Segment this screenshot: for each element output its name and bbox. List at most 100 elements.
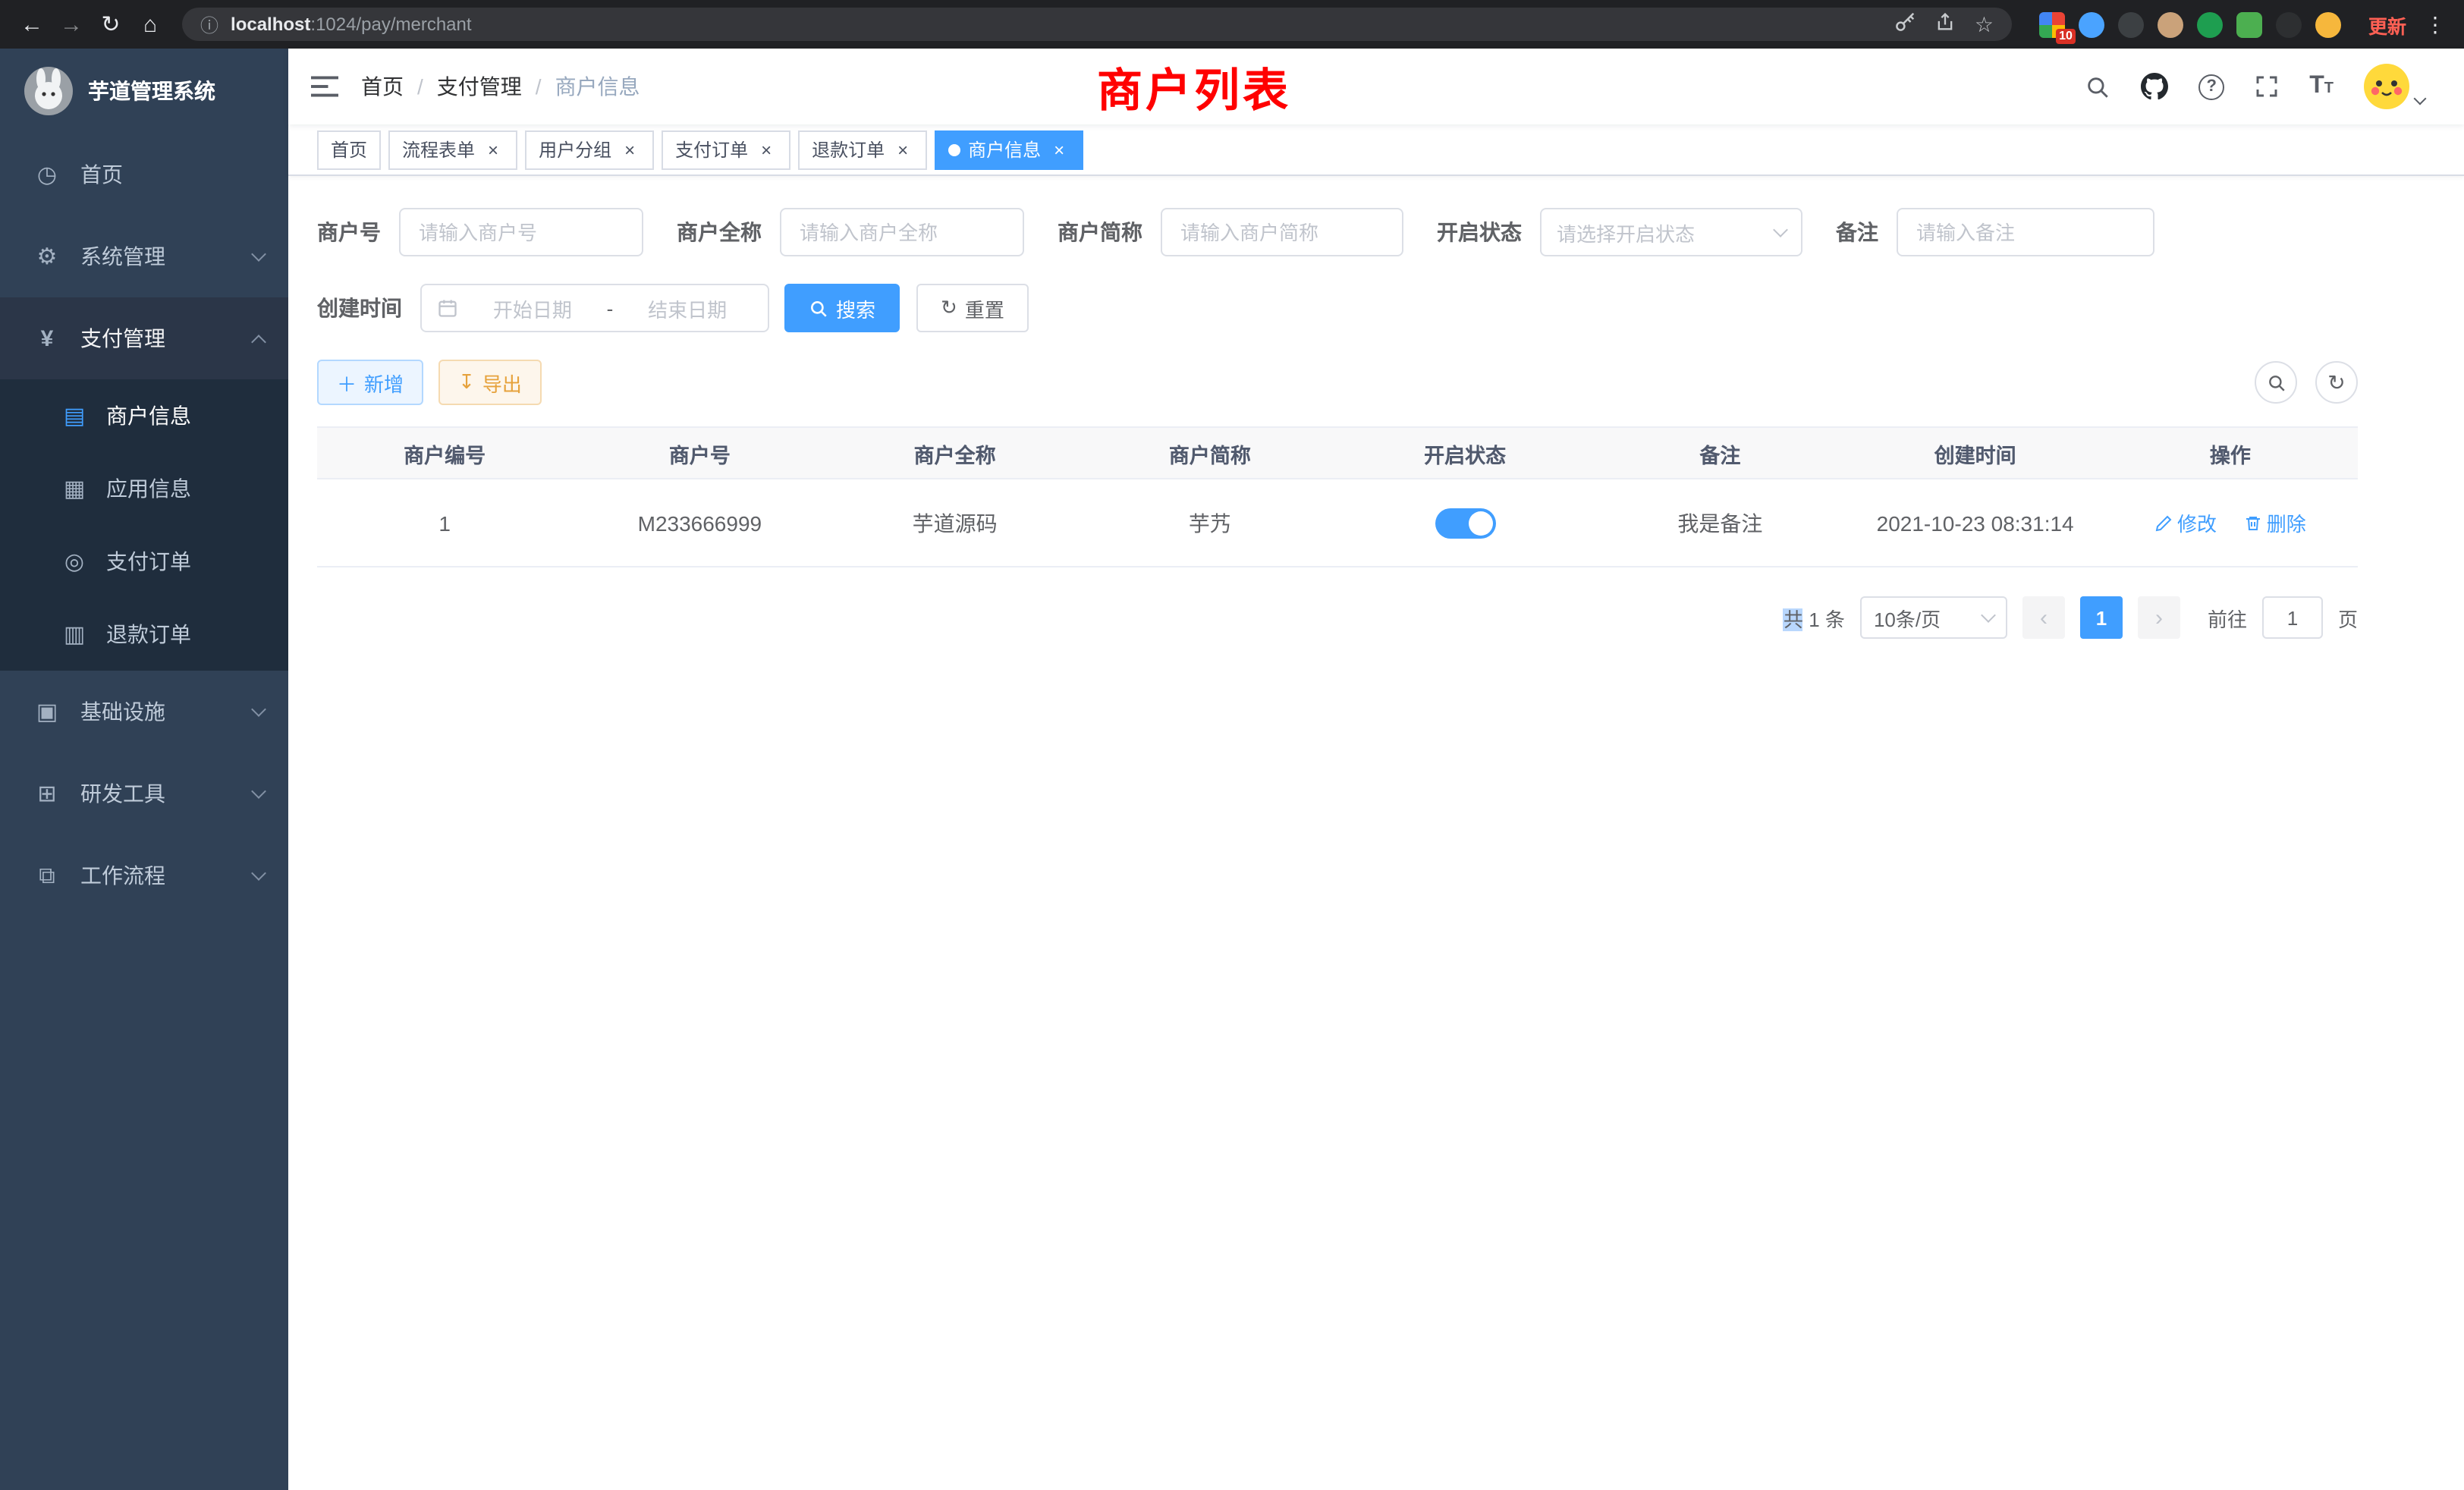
- tab-pay-order[interactable]: 支付订单 ×: [662, 130, 790, 169]
- prev-page-button[interactable]: ‹: [2022, 596, 2065, 639]
- tab-label: 商户信息: [968, 137, 1041, 162]
- sidebar-item-payment[interactable]: ¥ 支付管理: [0, 297, 288, 379]
- sidebar-toggle-icon[interactable]: [288, 49, 361, 124]
- menu-kebab-icon[interactable]: ⋮: [2425, 11, 2446, 37]
- extension-paw-icon[interactable]: [2276, 11, 2302, 37]
- extension-smiley-icon[interactable]: [2315, 11, 2341, 37]
- forward-icon[interactable]: →: [52, 5, 91, 44]
- gear-icon: ⚙: [33, 243, 61, 270]
- field-label: 商户简称: [1058, 217, 1161, 247]
- next-page-button[interactable]: ›: [2138, 596, 2180, 639]
- chevron-down-icon: [2414, 93, 2427, 105]
- update-button[interactable]: 更新: [2368, 10, 2406, 39]
- menu-label: 首页: [80, 159, 123, 190]
- toggle-search-icon[interactable]: [2255, 361, 2297, 404]
- extension-icon-3[interactable]: [2118, 11, 2144, 37]
- tab-label: 退款订单: [812, 137, 885, 162]
- table-row: 1 M233666999 芋道源码 芋艿 我是备注 2021-10-23 08:…: [317, 479, 2358, 567]
- table-header-row: 商户编号 商户号 商户全称 商户简称 开启状态 备注 创建时间 操作: [317, 427, 2358, 479]
- reload-icon[interactable]: ↻: [91, 5, 130, 44]
- export-button[interactable]: ↧ 导出: [438, 360, 542, 405]
- info-icon[interactable]: ⓘ: [200, 11, 218, 37]
- chevron-up-icon: [251, 334, 266, 349]
- merchant-name-input[interactable]: [780, 208, 1024, 256]
- status-toggle[interactable]: [1435, 508, 1495, 538]
- extension-tabs-icon[interactable]: 10: [2039, 11, 2065, 37]
- github-icon[interactable]: [2141, 73, 2168, 100]
- close-icon[interactable]: ×: [892, 139, 913, 160]
- back-icon[interactable]: ←: [12, 5, 52, 44]
- select-placeholder: 请选择开启状态: [1557, 218, 1695, 247]
- sidebar-item-system[interactable]: ⚙ 系统管理: [0, 215, 288, 297]
- sidebar-item-pay-order[interactable]: ◎ 支付订单: [0, 525, 288, 598]
- tab-home[interactable]: 首页: [317, 130, 381, 169]
- page-content: 商户号 商户全称 商户简称 开启状态 请选择开启状态: [288, 176, 2464, 1490]
- tab-process-form[interactable]: 流程表单 ×: [388, 130, 517, 169]
- sidebar-item-merchant-info[interactable]: ▤ 商户信息: [0, 379, 288, 452]
- sidebar-item-refund-order[interactable]: ▥ 退款订单: [0, 598, 288, 671]
- goto-page-input[interactable]: [2262, 596, 2323, 639]
- close-icon[interactable]: ×: [756, 139, 777, 160]
- extension-icon-6[interactable]: [2236, 11, 2262, 37]
- total-count: 1: [1809, 608, 1819, 630]
- reset-button[interactable]: ↻ 重置: [916, 284, 1029, 332]
- logo-rabbit-icon: [24, 67, 73, 115]
- home-icon[interactable]: ⌂: [130, 5, 170, 44]
- calendar-icon: [437, 297, 458, 319]
- search-icon[interactable]: [2085, 74, 2110, 99]
- navbar-actions: ? TT: [2085, 64, 2464, 109]
- chevron-down-icon: [1773, 222, 1788, 237]
- app-logo[interactable]: 芋道管理系统: [0, 49, 288, 134]
- page-size-select[interactable]: 10条/页: [1860, 596, 2007, 639]
- breadcrumb-payment[interactable]: 支付管理: [437, 71, 522, 102]
- cell-create-time: 2021-10-23 08:31:14: [1848, 479, 2103, 567]
- sidebar-item-home[interactable]: ◷ 首页: [0, 134, 288, 215]
- font-size-icon[interactable]: TT: [2309, 74, 2334, 99]
- trash-icon: [2244, 514, 2262, 532]
- help-icon[interactable]: ?: [2198, 74, 2224, 99]
- breadcrumb-separator: /: [536, 74, 542, 99]
- edit-icon: [2154, 514, 2173, 532]
- field-label: 商户全称: [677, 217, 780, 247]
- extension-icon-5[interactable]: [2197, 11, 2223, 37]
- extension-icon-2[interactable]: [2079, 11, 2104, 37]
- filter-status: 开启状态 请选择开启状态: [1437, 208, 1802, 256]
- sidebar-item-workflow[interactable]: ⧉ 工作流程: [0, 835, 288, 916]
- sidebar-item-app-info[interactable]: ▦ 应用信息: [0, 452, 288, 525]
- plus-icon: ＋: [337, 368, 357, 397]
- menu-label: 工作流程: [80, 860, 165, 891]
- add-button[interactable]: ＋ 新增: [317, 360, 423, 405]
- share-icon[interactable]: [1935, 11, 1956, 38]
- date-range-picker[interactable]: 开始日期 - 结束日期: [420, 284, 769, 332]
- current-page-button[interactable]: 1: [2080, 596, 2123, 639]
- edit-link[interactable]: 修改: [2154, 508, 2217, 537]
- merchant-no-input[interactable]: [399, 208, 643, 256]
- close-icon[interactable]: ×: [619, 139, 640, 160]
- tab-refund-order[interactable]: 退款订单 ×: [798, 130, 927, 169]
- status-select[interactable]: 请选择开启状态: [1540, 208, 1802, 256]
- remark-input[interactable]: [1897, 208, 2154, 256]
- chevron-down-icon: [251, 702, 266, 717]
- close-icon[interactable]: ×: [482, 139, 504, 160]
- breadcrumb-home[interactable]: 首页: [361, 71, 404, 102]
- sidebar-item-infrastructure[interactable]: ▣ 基础设施: [0, 671, 288, 753]
- button-label: 新增: [364, 368, 404, 397]
- fullscreen-icon[interactable]: [2255, 74, 2279, 99]
- key-icon[interactable]: [1894, 11, 1917, 38]
- extension-avatar-icon[interactable]: [2158, 11, 2183, 37]
- search-button[interactable]: 搜索: [784, 284, 900, 332]
- sidebar-item-devtools[interactable]: ⊞ 研发工具: [0, 753, 288, 835]
- user-menu[interactable]: [2364, 64, 2425, 109]
- short-name-input[interactable]: [1161, 208, 1403, 256]
- menu-label: 基础设施: [80, 696, 165, 727]
- close-icon[interactable]: ×: [1048, 139, 1070, 160]
- sidebar: 芋道管理系统 ◷ 首页 ⚙ 系统管理 ¥ 支付管理: [0, 49, 288, 1490]
- merchant-icon: ▤: [61, 402, 88, 429]
- tab-user-group[interactable]: 用户分组 ×: [525, 130, 654, 169]
- url-bar[interactable]: ⓘ localhost:1024/pay/merchant ☆: [182, 8, 2012, 41]
- yen-icon: ¥: [33, 325, 61, 351]
- refresh-table-icon[interactable]: ↻: [2315, 361, 2358, 404]
- tab-merchant-info[interactable]: 商户信息 ×: [935, 130, 1083, 169]
- delete-link[interactable]: 删除: [2244, 508, 2306, 537]
- bookmark-star-icon[interactable]: ☆: [1975, 11, 1994, 37]
